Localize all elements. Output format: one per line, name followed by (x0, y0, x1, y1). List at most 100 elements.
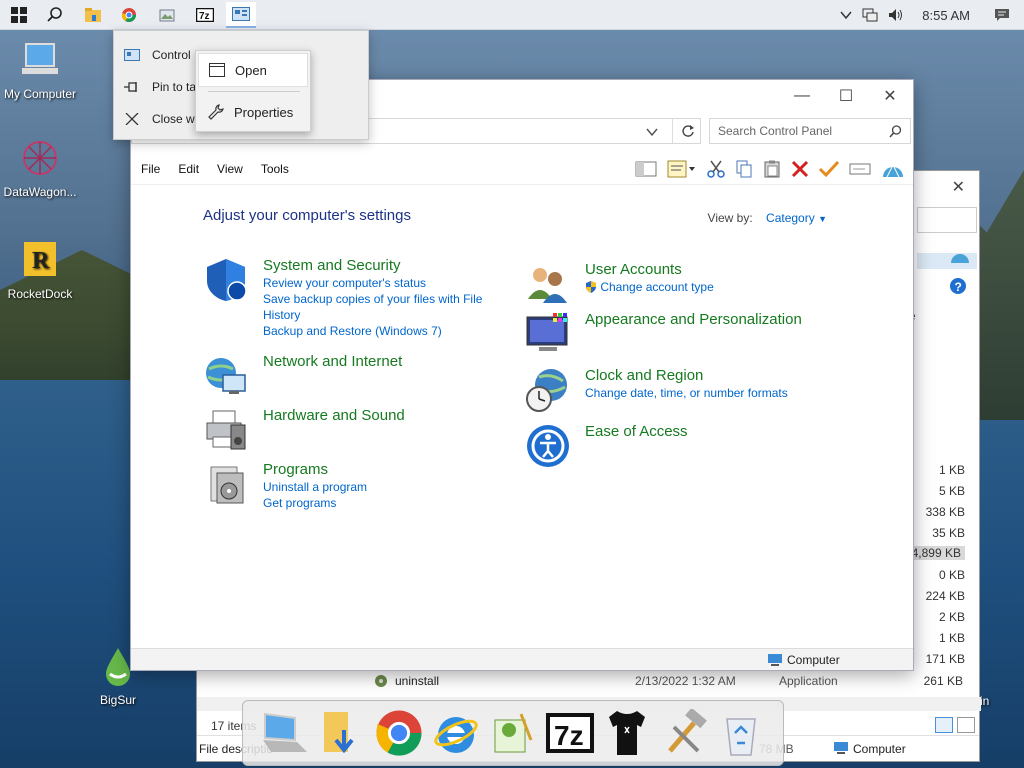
dock-item-notepad[interactable] (489, 707, 538, 759)
shield-icon (207, 259, 247, 301)
dock-item-7zip[interactable]: 7z (545, 707, 594, 759)
taskbar-control-panel[interactable] (226, 2, 256, 28)
category-title[interactable]: Network and Internet (263, 353, 402, 371)
help-icon[interactable]: ? (949, 277, 967, 295)
dock-item-chrome[interactable] (375, 707, 424, 759)
dock-item-computer[interactable] (261, 707, 310, 759)
jumplist-item-pin[interactable]: Pin to ta (124, 75, 196, 99)
jumplist-label: Pin to ta (152, 80, 197, 94)
search-input[interactable]: Search Control Panel (709, 118, 911, 144)
desktop-icon-datawagon[interactable]: DataWagon... (0, 138, 80, 199)
checkmark-icon[interactable] (819, 160, 839, 178)
notification-icon[interactable] (994, 7, 1010, 23)
explorer-address-bar[interactable] (917, 207, 977, 233)
link-change-account-type[interactable]: Change account type (585, 279, 714, 295)
menu-tools[interactable]: Tools (261, 162, 289, 176)
view-toggle-tiles[interactable] (957, 717, 975, 733)
minimize-button[interactable]: — (781, 84, 823, 108)
volume-icon[interactable] (888, 8, 904, 22)
cut-icon[interactable] (707, 160, 725, 178)
dock-item-recycle-bin[interactable] (716, 707, 765, 759)
dock-item-build-tools[interactable] (659, 707, 708, 759)
menu-edit[interactable]: Edit (178, 162, 199, 176)
view-toggle-details[interactable] (935, 717, 953, 733)
refresh-icon (681, 125, 694, 137)
dock-item-internet-explorer[interactable] (432, 707, 481, 759)
start-button[interactable] (4, 2, 34, 28)
network-icon[interactable] (862, 8, 878, 22)
menu-file[interactable]: File (141, 162, 160, 176)
taskbar-image-viewer[interactable] (152, 2, 182, 28)
close-icon[interactable]: ✕ (952, 177, 965, 197)
file-size: 1 KB (938, 463, 965, 477)
search-placeholder: Search Control Panel (718, 124, 833, 138)
category-title[interactable]: System and Security (263, 257, 493, 275)
category-title[interactable]: Appearance and Personalization (585, 311, 802, 329)
menu-view[interactable]: View (217, 162, 243, 176)
link-get-programs[interactable]: Get programs (263, 495, 367, 511)
desktop-icon-rocketdock[interactable]: R RocketDock (0, 240, 80, 301)
category-title[interactable]: User Accounts (585, 261, 714, 279)
menu-separator (208, 91, 300, 92)
table-row[interactable]: uninstall 2/13/2022 1:32 AM Application … (373, 672, 977, 690)
7zip-icon: 7z (196, 8, 214, 22)
category-programs: Programs Uninstall a program Get program… (203, 461, 367, 511)
taskbar-chrome[interactable] (114, 2, 144, 28)
users-icon (528, 268, 567, 303)
pin-icon (124, 82, 137, 92)
category-title[interactable]: Clock and Region (585, 367, 788, 385)
link-review-status[interactable]: Review your computer's status (263, 275, 493, 291)
link-uninstall-program[interactable]: Uninstall a program (263, 479, 367, 495)
shell-icon[interactable] (881, 159, 905, 179)
rename-icon[interactable] (849, 161, 871, 177)
category-title[interactable]: Ease of Access (585, 423, 688, 441)
properties-icon[interactable] (667, 160, 697, 178)
search-icon (889, 125, 902, 138)
view-by-dropdown[interactable]: Category ▼ (766, 211, 827, 225)
jumplist-item-close-window[interactable]: Close w (124, 107, 195, 131)
shell-icon[interactable] (949, 247, 971, 265)
control-panel-window[interactable]: — ☐ ✕ Search Control Panel File Edit Vie… (130, 79, 914, 671)
window-icon (209, 63, 225, 77)
link-date-time-formats[interactable]: Change date, time, or number formats (585, 385, 788, 401)
dock-item-tshirt[interactable] (602, 707, 651, 759)
taskbar-file-explorer[interactable] (78, 2, 108, 28)
jumplist-item-control-panel[interactable]: Control P (124, 43, 202, 67)
refresh-button[interactable] (672, 119, 702, 143)
status-computer: Computer (787, 653, 840, 667)
copy-icon[interactable] (735, 160, 753, 178)
category-clock-region: Clock and Region Change date, time, or n… (525, 367, 788, 413)
preview-pane-icon[interactable] (635, 161, 657, 177)
desktop-icon-label: DataWagon... (3, 185, 77, 199)
link-text: Change account type (600, 280, 714, 294)
context-menu-open[interactable]: Open (198, 53, 308, 87)
file-size: 35 KB (932, 526, 965, 540)
delete-icon[interactable] (791, 160, 809, 178)
monitor-palette-icon (526, 313, 568, 351)
svg-text:7z: 7z (554, 720, 584, 751)
chevron-down-icon[interactable] (646, 127, 658, 137)
paste-icon[interactable] (763, 160, 781, 178)
uac-shield-icon (586, 281, 596, 293)
laptop-icon (263, 712, 308, 752)
control-panel-icon (124, 49, 140, 61)
wrench-icon (208, 104, 224, 120)
desktop-icon-label: RocketDock (7, 287, 73, 301)
computer-icon (768, 654, 782, 666)
close-button[interactable]: ✕ (869, 84, 911, 108)
clock[interactable]: 8:55 AM (922, 8, 970, 23)
dock-item-downloads[interactable] (318, 707, 367, 759)
chevron-up-icon[interactable] (840, 10, 852, 20)
context-menu-properties[interactable]: Properties (198, 95, 308, 129)
picture-icon (159, 9, 175, 22)
category-title[interactable]: Programs (263, 461, 367, 479)
link-backup-restore[interactable]: Backup and Restore (Windows 7) (263, 323, 493, 339)
maximize-button[interactable]: ☐ (825, 84, 867, 108)
control-panel-icon (232, 7, 250, 21)
search-button[interactable] (40, 2, 70, 28)
file-size: 171 KB (925, 652, 965, 666)
link-file-history[interactable]: Save backup copies of your files with Fi… (263, 291, 493, 323)
taskbar-7zip[interactable]: 7z (190, 2, 220, 28)
desktop-icon-my-computer[interactable]: My Computer (0, 40, 80, 101)
category-title[interactable]: Hardware and Sound (263, 407, 405, 425)
